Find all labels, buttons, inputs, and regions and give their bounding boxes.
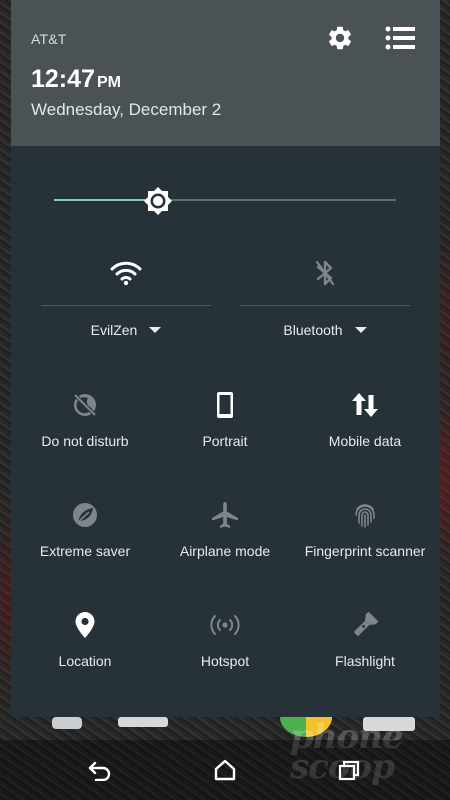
list-icon <box>385 26 415 50</box>
recents-icon <box>338 760 360 781</box>
tile-mobile-data[interactable]: Mobile data <box>295 390 435 490</box>
wifi-icon <box>110 261 142 286</box>
clock-time: 12:47 <box>31 65 95 93</box>
back-button[interactable] <box>84 756 116 784</box>
wifi-divider <box>41 305 211 306</box>
clock: 12:47 PM <box>31 65 121 94</box>
wifi-network-name: EvilZen <box>90 322 138 338</box>
brightness-thumb[interactable] <box>143 186 173 216</box>
flashlight-icon <box>354 611 379 636</box>
navigation-bar <box>0 740 450 800</box>
wifi-tile[interactable]: EvilZen <box>41 246 211 351</box>
notification-list-button[interactable] <box>383 22 417 54</box>
tile-hotspot[interactable]: Hotspot <box>155 610 295 710</box>
date-label[interactable]: Wednesday, December 2 <box>31 100 221 120</box>
tile-location[interactable]: Location <box>15 610 155 710</box>
airplane-icon <box>212 502 238 528</box>
tile-extreme-saver[interactable]: Extreme saver <box>15 500 155 600</box>
location-icon <box>75 612 95 638</box>
extreme-saver-icon <box>73 503 97 527</box>
back-icon <box>88 761 111 781</box>
chevron-down-icon <box>149 327 162 333</box>
bluetooth-tile[interactable]: Bluetooth <box>240 246 410 351</box>
mobile-data-icon <box>352 393 378 417</box>
bluetooth-label: Bluetooth <box>283 322 343 338</box>
bluetooth-device-selector[interactable]: Bluetooth <box>240 322 410 338</box>
chevron-down-icon <box>354 327 367 333</box>
tile-label: Hotspot <box>200 653 250 669</box>
gear-icon <box>329 26 351 50</box>
clock-ampm: PM <box>96 74 121 91</box>
brightness-icon <box>144 187 172 215</box>
tile-label: Extreme saver <box>39 543 131 559</box>
tile-label: Mobile data <box>328 433 402 449</box>
brightness-slider[interactable] <box>54 186 396 216</box>
tile-label: Portrait <box>202 433 248 449</box>
quick-settings-panel: EvilZen Bluetooth Do not disturb Portrai… <box>11 146 440 717</box>
tile-airplane-mode[interactable]: Airplane mode <box>155 500 295 600</box>
bluetooth-icon <box>315 260 335 286</box>
tile-label: Flashlight <box>335 653 395 669</box>
fingerprint-icon <box>355 504 375 528</box>
wifi-network-selector[interactable]: EvilZen <box>41 322 211 338</box>
carrier-label: AT&T <box>31 31 67 47</box>
tile-flashlight[interactable]: Flashlight <box>295 610 435 710</box>
recents-button[interactable] <box>333 756 365 784</box>
tile-label: Fingerprint scanner <box>304 543 426 559</box>
shade-header: AT&T 12:47 PM Wednesday, December 2 <box>11 0 440 146</box>
bluetooth-divider <box>240 305 410 306</box>
tile-fingerprint-scanner[interactable]: Fingerprint scanner <box>295 500 435 600</box>
hotspot-icon <box>210 615 240 635</box>
tile-portrait[interactable]: Portrait <box>155 390 295 490</box>
tile-do-not-disturb[interactable]: Do not disturb <box>15 390 155 490</box>
home-icon <box>214 759 236 781</box>
home-button[interactable] <box>209 756 241 784</box>
settings-button[interactable] <box>324 22 356 54</box>
tile-label: Do not disturb <box>41 433 129 449</box>
portrait-icon <box>217 392 233 418</box>
tile-label: Airplane mode <box>179 543 271 559</box>
do-not-disturb-icon <box>73 393 97 417</box>
tile-label: Location <box>58 653 112 669</box>
